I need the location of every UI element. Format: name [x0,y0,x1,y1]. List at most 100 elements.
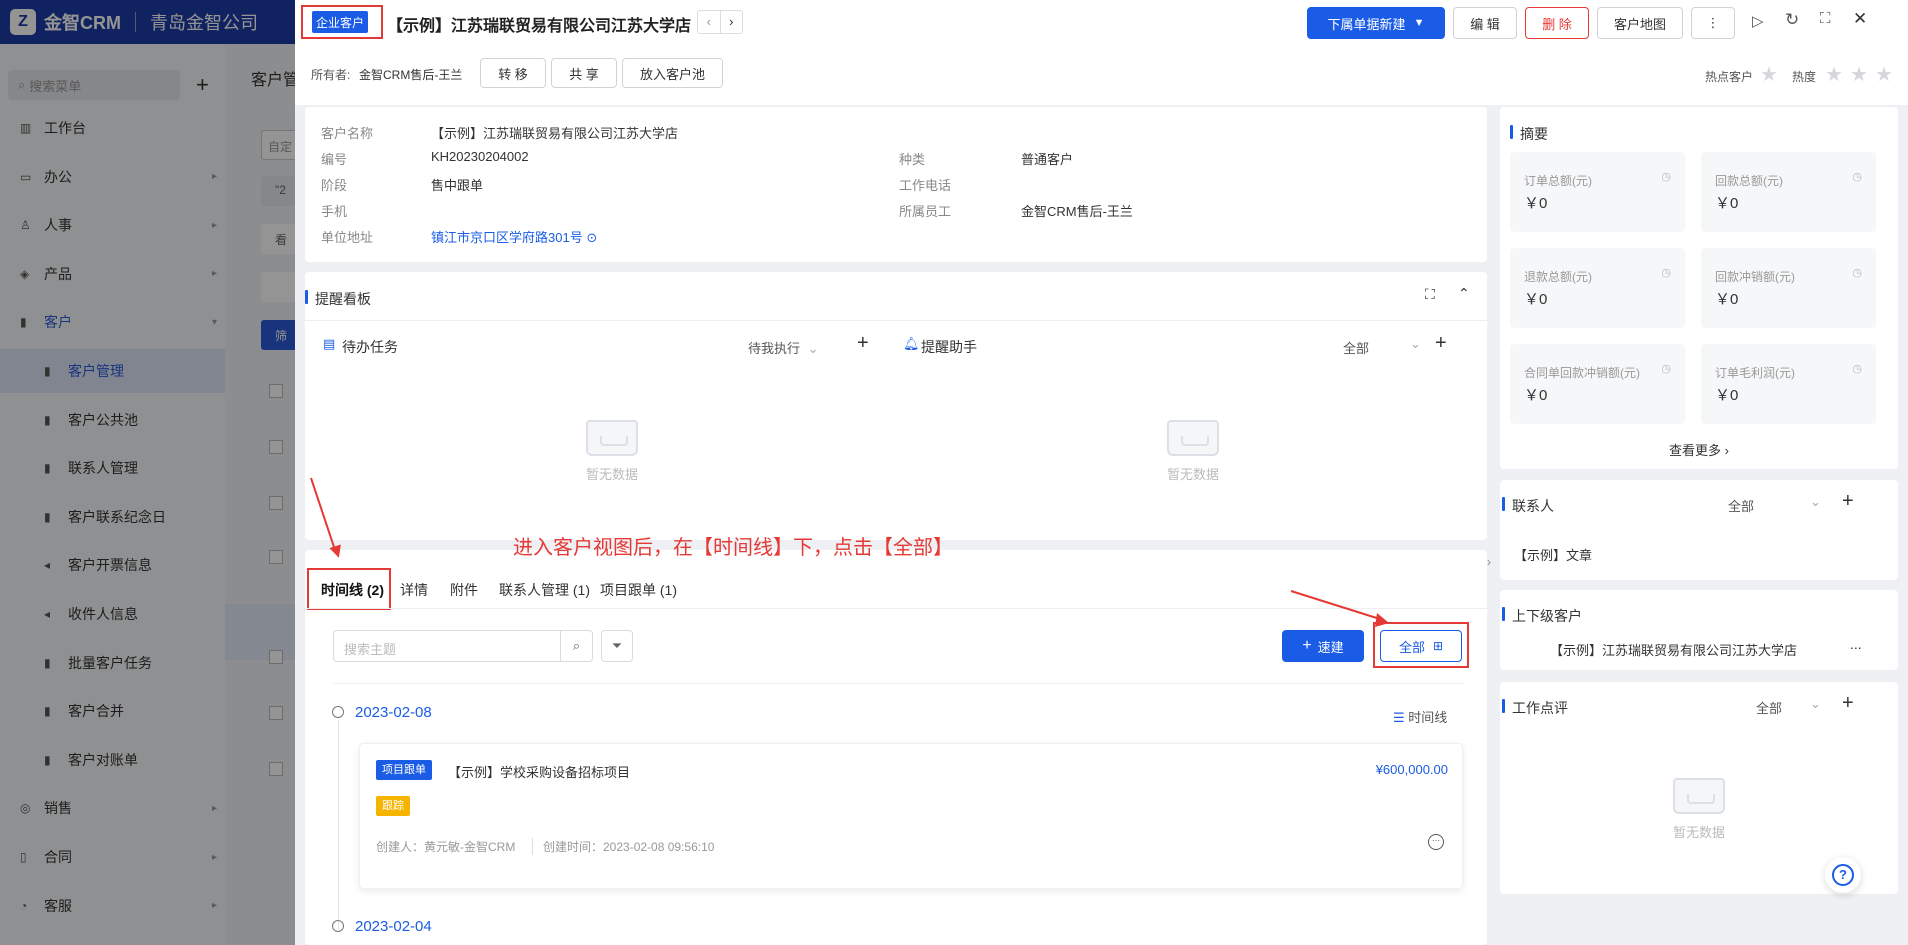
assistant-filter-value[interactable]: 全部 [1343,338,1369,357]
hot-customer-star-icon[interactable]: ★ [1760,62,1778,87]
heat-star-icon[interactable]: ★ [1825,62,1843,87]
heat-star-icon[interactable]: ★ [1850,62,1868,87]
empty-box-icon [586,420,638,456]
stage-label: 阶段 [321,178,348,193]
add-todo-icon[interactable]: + [857,332,869,355]
summary-stat-card: 订单毛利润(元) ￥0 ◷ [1701,344,1876,424]
add-contact-icon[interactable]: + [1842,490,1854,513]
tab[interactable]: 时间线 (2) [321,580,384,600]
collapse-up-icon[interactable]: ⌃ [1458,285,1470,302]
summary-stat-label: 订单毛利润(元) [1715,366,1795,380]
view-more-label: 查看更多 [1669,443,1722,458]
delete-button[interactable]: 删 除 [1525,7,1589,39]
todo-filter-value: 待我执行 [748,341,801,356]
location-pin-icon: ⊙ [586,230,598,245]
child-doc-new-button[interactable]: 下属单据新建 ▼ [1307,7,1445,39]
prev-record-icon[interactable]: ‹ [698,11,720,33]
empty-box-icon [1673,778,1725,814]
list-icon: ☰ [1393,710,1405,725]
type-value: 普通客户 [1021,152,1074,167]
transfer-button[interactable]: 转 移 [480,58,546,88]
plus-icon: + [1302,637,1312,654]
search-icon[interactable]: ⌕ [560,631,592,661]
timeline-line [338,720,339,930]
staff-label: 所属员工 [899,204,952,219]
chevron-down-icon[interactable]: ⌄ [1810,494,1821,510]
chevron-down-icon[interactable]: ⌄ [1810,696,1821,712]
summary-stat-card: 回款总额(元) ￥0 ◷ [1701,152,1876,232]
tab[interactable]: 附件 [450,580,478,600]
share-button[interactable]: 共 享 [551,58,617,88]
tab[interactable]: 联系人管理 (1) [499,580,590,600]
entry-creator: 创建人：黄元敏-金智CRM [376,840,516,854]
close-icon[interactable]: ✕ [1853,9,1867,29]
expand-icon[interactable]: ⛶ [1425,286,1435,303]
view-more-link[interactable]: 查看更多 › [1500,440,1898,459]
tab[interactable]: 详情 [400,580,428,600]
put-into-pool-button[interactable]: 放入客户池 [622,58,723,88]
clock-icon: ◷ [1852,171,1862,183]
stage-value: 售中跟单 [431,178,484,193]
summary-stat-card: 退款总额(元) ￥0 ◷ [1510,248,1685,328]
customer-map-button[interactable]: 客户地图 [1597,7,1683,39]
modal-overlay[interactable] [0,0,300,945]
summary-stat-card: 回款冲销额(元) ￥0 ◷ [1701,248,1876,328]
summary-stat-value: ￥0 [1715,195,1739,212]
summary-stat-card: 订单总额(元) ￥0 ◷ [1510,152,1685,232]
timeline-view-toggle[interactable]: ☰ 时间线 [1393,707,1447,726]
entry-amount: ¥600,000.00 [1375,762,1448,777]
divider [305,320,1487,321]
all-types-label: 全部 [1398,639,1425,655]
timeline-date: 2023-02-08 [355,704,432,721]
related-customers-title: 上下级客户 [1502,606,1582,626]
owner-name: 金智CRM售后-王兰 [359,68,463,82]
assistant-title: 提醒助手 [921,339,977,355]
comment-icon[interactable]: ⋯ [1428,834,1444,850]
record-pager: ‹ › [697,10,743,34]
contacts-filter-value[interactable]: 全部 [1728,496,1754,515]
filter-icon[interactable]: ⏷ [601,630,633,662]
todo-list-icon: ▤ [323,336,336,351]
edit-button[interactable]: 编 辑 [1453,7,1517,39]
contact-item[interactable]: 【示例】文章 [1514,545,1592,564]
summary-stat-value: ￥0 [1524,195,1548,212]
collapse-side-icon[interactable]: › [1487,555,1499,577]
summary-card: 摘要 订单总额(元) ￥0 ◷ 回款总额(元) ￥0 ◷ 退款总额(元) ￥0 ◷ 回款冲销额(元… [1500,107,1898,469]
entry-title[interactable]: 【示例】学校采购设备招标项目 [448,762,630,781]
tab[interactable]: 项目跟单 (1) [600,580,677,600]
more-actions-button[interactable]: ⋮ [1691,7,1735,39]
next-record-icon[interactable]: › [719,11,743,33]
review-filter-value[interactable]: 全部 [1756,698,1782,717]
todo-title: 待办任务 [342,339,398,355]
customer-name-value: 【示例】江苏瑞联贸易有限公司江苏大学店 [431,126,679,141]
summary-stat-value: ￥0 [1524,387,1548,404]
refresh-icon[interactable]: ↻ [1785,10,1799,30]
entry-status-tag: 跟踪 [376,796,410,816]
clock-icon: ◷ [1852,267,1862,279]
chevron-down-icon[interactable]: ⌄ [1410,336,1421,352]
timeline-search-input[interactable]: 搜索主题 ⌕ [333,630,593,662]
heat-label: 热度 [1792,70,1817,84]
staff-value: 金智CRM售后-王兰 [1021,204,1133,219]
mobile-label: 手机 [321,204,348,219]
address-label: 单位地址 [321,230,374,245]
heat-star-icon[interactable]: ★ [1875,62,1893,87]
todo-empty-text: 暂无数据 [585,467,638,482]
related-customer-item[interactable]: 【示例】江苏瑞联贸易有限公司江苏大学店 [1550,640,1797,659]
grid-icon: ⊞ [1432,639,1444,653]
timeline-date: 2023-02-04 [355,918,432,935]
help-button[interactable]: ? [1825,857,1861,893]
todo-filter-select[interactable]: 待我执行 ⌄ [748,338,819,357]
play-icon[interactable]: ▷ [1752,12,1764,30]
assistant-empty-text: 暂无数据 [1166,467,1219,482]
fullscreen-icon[interactable]: ⛶ [1820,10,1831,27]
entry-created-time: 创建时间：2023-02-08 09:56:10 [532,838,714,855]
add-reminder-icon[interactable]: + [1435,332,1447,355]
assistant-empty-state: 暂无数据 [1153,420,1233,483]
add-review-icon[interactable]: + [1842,692,1854,715]
more-icon[interactable]: ... [1850,636,1862,652]
timeline-entry-card[interactable]: 项目跟单 【示例】学校采购设备招标项目 ¥600,000.00 跟踪 创建人：黄… [359,743,1463,889]
address-link[interactable]: 镇江市京口区学府路301号 ⊙ [431,227,597,246]
drawer-header: 企业客户 【示例】江苏瑞联贸易有限公司江苏大学店 ‹ › 下属单据新建 ▼ 编 … [295,0,1908,105]
customer-title: 【示例】江苏瑞联贸易有限公司江苏大学店 [387,18,692,35]
